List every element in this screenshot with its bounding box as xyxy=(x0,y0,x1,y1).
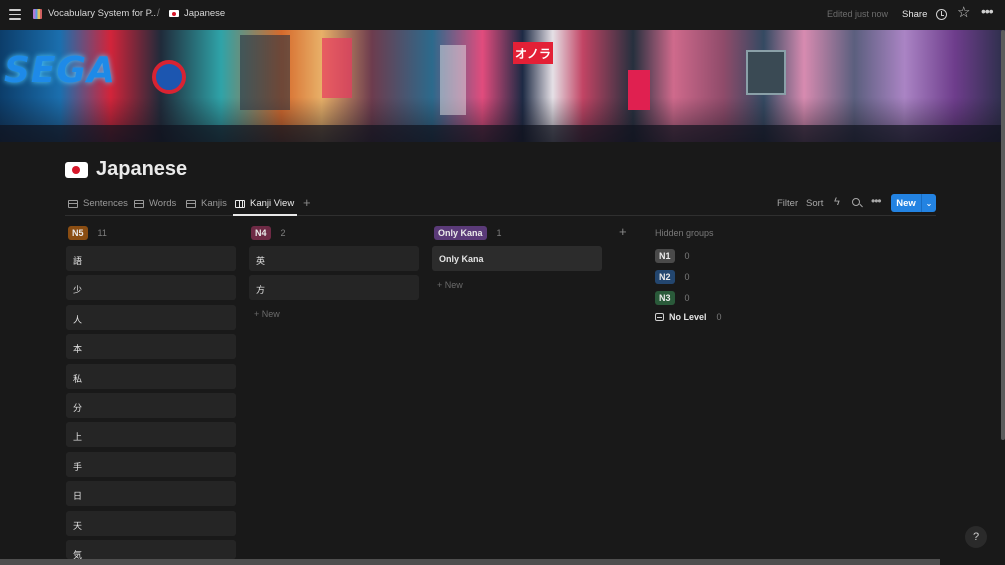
more-options-icon[interactable]: ••• xyxy=(981,3,994,19)
group-tag: N5 xyxy=(68,226,88,240)
table-icon xyxy=(68,199,78,208)
board-card[interactable]: 天 xyxy=(66,511,236,536)
updates-clock-icon[interactable] xyxy=(936,9,947,20)
lit-sign-shape xyxy=(440,45,466,115)
japan-flag-icon[interactable] xyxy=(65,161,88,178)
store-sign-shape xyxy=(628,70,650,110)
board-card[interactable]: 気 xyxy=(66,540,236,560)
share-button[interactable]: Share xyxy=(902,9,927,20)
breadcrumb-separator: / xyxy=(157,8,160,19)
board-card[interactable]: Only Kana xyxy=(432,246,602,271)
vertical-scrollbar[interactable] xyxy=(1001,30,1005,440)
katakana-sign: オノラ xyxy=(513,42,553,64)
group-tag: N1 xyxy=(655,249,675,263)
tab-kanjis[interactable]: Kanjis xyxy=(186,198,227,209)
page-title-row: Japanese xyxy=(65,158,187,181)
board-card[interactable]: 英 xyxy=(249,246,419,271)
neon-sign-shape xyxy=(322,38,352,98)
new-card-label: New xyxy=(261,309,280,319)
tab-words-label: Words xyxy=(149,198,177,209)
new-card-button[interactable]: + New xyxy=(437,280,463,290)
tab-kanji-view-label: Kanji View xyxy=(250,198,295,209)
tab-kanji-view[interactable]: Kanji View xyxy=(235,198,294,209)
tab-sentences-label: Sentences xyxy=(83,198,128,209)
board-card[interactable]: 人 xyxy=(66,305,236,330)
board-card[interactable]: 本 xyxy=(66,334,236,359)
view-tabs-bar: Sentences Words Kanjis Kanji View + Filt… xyxy=(65,193,936,216)
add-view-button[interactable]: + xyxy=(303,195,311,210)
help-button[interactable]: ? xyxy=(965,526,987,548)
filter-button[interactable]: Filter xyxy=(777,198,798,209)
tab-words[interactable]: Words xyxy=(134,198,176,209)
menu-icon[interactable] xyxy=(9,9,21,20)
hidden-group-n1[interactable]: N1 0 xyxy=(655,249,690,263)
new-button[interactable]: New ⌄ xyxy=(891,194,936,212)
group-header-n5[interactable]: N5 11 xyxy=(68,226,107,240)
automation-bolt-icon[interactable]: ϟ xyxy=(834,196,840,208)
breadcrumb-parent[interactable]: Vocabulary System for P... xyxy=(33,8,159,19)
new-card-label: New xyxy=(444,280,463,290)
board-card[interactable]: 語 xyxy=(66,246,236,271)
group-header-n4[interactable]: N4 2 xyxy=(251,226,286,240)
japan-flag-icon xyxy=(169,10,179,17)
chevron-down-icon[interactable]: ⌄ xyxy=(922,199,936,208)
board-card[interactable]: 上 xyxy=(66,422,236,447)
tab-sentences[interactable]: Sentences xyxy=(68,198,128,209)
breadcrumb-parent-label: Vocabulary System for P... xyxy=(48,8,159,19)
breadcrumb-current[interactable]: Japanese xyxy=(169,8,225,19)
add-group-button[interactable]: + xyxy=(619,224,627,239)
board-card[interactable]: 分 xyxy=(66,393,236,418)
book-icon xyxy=(33,8,42,19)
sort-button[interactable]: Sort xyxy=(806,198,823,209)
group-header-only-kana[interactable]: Only Kana 1 xyxy=(434,226,502,240)
group-count: 0 xyxy=(716,312,722,322)
horizontal-scrollbar[interactable] xyxy=(0,559,940,565)
street-crowd-shape xyxy=(0,125,1005,142)
group-count: 2 xyxy=(280,228,286,238)
group-tag: N2 xyxy=(655,270,675,284)
search-icon[interactable] xyxy=(852,198,860,206)
view-options-icon[interactable]: ••• xyxy=(871,194,882,208)
traffic-camera-shape xyxy=(746,50,786,95)
group-count: 0 xyxy=(684,251,690,261)
plus-icon: + xyxy=(254,309,262,319)
new-card-button[interactable]: + New xyxy=(254,309,280,319)
favorite-star-icon[interactable]: ☆ xyxy=(957,5,970,20)
hidden-group-n3[interactable]: N3 0 xyxy=(655,291,690,305)
group-label: No Level xyxy=(669,312,707,322)
board-card[interactable]: 少 xyxy=(66,275,236,300)
building-shape xyxy=(240,35,290,110)
page-title[interactable]: Japanese xyxy=(96,158,187,181)
group-count: 1 xyxy=(496,228,502,238)
cover-image[interactable]: SEGA オノラ xyxy=(0,30,1005,142)
board-card[interactable]: 日 xyxy=(66,481,236,506)
board-card[interactable]: 方 xyxy=(249,275,419,300)
plus-icon: + xyxy=(437,280,445,290)
group-count: 0 xyxy=(684,272,690,282)
board-icon xyxy=(235,199,245,208)
top-bar: Vocabulary System for P... / Japanese Ed… xyxy=(0,0,1005,30)
inbox-icon xyxy=(655,313,664,321)
group-count: 0 xyxy=(684,293,690,303)
breadcrumb-current-label: Japanese xyxy=(184,8,226,19)
tab-kanjis-label: Kanjis xyxy=(201,198,227,209)
active-tab-indicator xyxy=(233,214,297,216)
new-button-label: New xyxy=(896,197,916,209)
road-sign-shape xyxy=(152,60,186,94)
group-tag: N4 xyxy=(251,226,271,240)
sega-sign: SEGA xyxy=(4,50,116,91)
hidden-group-no-level[interactable]: No Level 0 xyxy=(655,312,722,322)
hidden-groups-title[interactable]: Hidden groups xyxy=(655,228,714,238)
board-card[interactable]: 私 xyxy=(66,364,236,389)
board-card[interactable]: 手 xyxy=(66,452,236,477)
table-icon xyxy=(134,199,144,208)
edited-status: Edited just now xyxy=(827,9,889,19)
group-count: 11 xyxy=(97,228,107,238)
table-icon xyxy=(186,199,196,208)
group-tag: Only Kana xyxy=(434,226,487,240)
hidden-group-n2[interactable]: N2 0 xyxy=(655,270,690,284)
group-tag: N3 xyxy=(655,291,675,305)
